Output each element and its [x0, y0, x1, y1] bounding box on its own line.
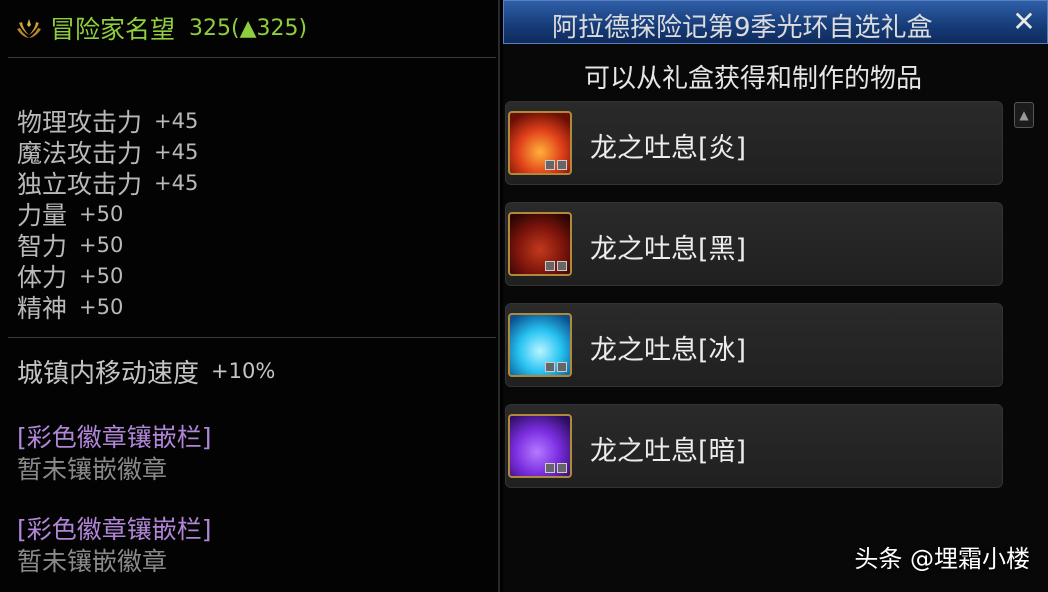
stat-row: 物理攻击力 +45 — [17, 105, 199, 137]
item-tooltip-panel: 冒险家名望 325(▲325) 物理攻击力 +45 魔法攻击力 +45 独立攻击… — [0, 0, 500, 592]
dark-fire-aura-icon — [508, 212, 572, 276]
reputation-row: 冒险家名望 325(▲325) — [14, 8, 307, 48]
stat-value: +45 — [154, 108, 199, 133]
window-title: 阿拉德探险记第9季光环自选礼盒 — [552, 13, 933, 43]
stat-row: 智力 +50 — [17, 229, 198, 261]
stat-row: 魔法攻击力 +45 — [17, 136, 199, 168]
ice-aura-icon — [508, 313, 572, 377]
item-badge — [545, 261, 567, 271]
close-button[interactable]: ✕ — [1009, 7, 1039, 37]
shadow-aura-icon — [508, 414, 572, 478]
item-name: 龙之吐息[炎] — [590, 133, 747, 164]
item-badge — [545, 463, 567, 473]
stat-value: +50 — [79, 263, 124, 288]
move-speed-row: 城镇内移动速度 +10% — [17, 353, 275, 389]
reputation-value: 325(▲325) — [189, 15, 308, 41]
badge-slot-status: 暂未镶嵌徽章 — [17, 455, 168, 484]
giftbox-subtitle: 可以从礼盒获得和制作的物品 — [583, 64, 922, 94]
stat-value: +50 — [79, 232, 124, 257]
stat-list: 物理攻击力 +45 魔法攻击力 +45 独立攻击力 +45 力量 +50 智力 … — [17, 105, 199, 323]
stat-row: 精神 +50 — [17, 291, 198, 323]
fire-aura-icon — [508, 111, 572, 175]
item-badge — [545, 160, 567, 170]
stat-value: +45 — [154, 170, 199, 195]
watermark: 头条 @埋霜小楼 — [854, 545, 1030, 573]
item-row[interactable]: 龙之吐息[冰] — [505, 303, 1003, 387]
title-bar[interactable]: 阿拉德探险记第9季光环自选礼盒 ✕ — [503, 0, 1048, 44]
item-row[interactable]: 龙之吐息[炎] — [505, 101, 1003, 185]
stat-name: 精神 — [17, 293, 68, 323]
stat-value: +50 — [79, 201, 124, 226]
stat-value: +45 — [154, 139, 199, 164]
move-speed-name: 城镇内移动速度 — [17, 358, 200, 389]
item-badge — [545, 362, 567, 372]
item-row[interactable]: 龙之吐息[暗] — [505, 404, 1003, 488]
item-name: 龙之吐息[冰] — [590, 335, 747, 366]
divider — [8, 57, 496, 58]
reputation-label: 冒险家名望 — [50, 15, 176, 44]
item-name: 龙之吐息[黑] — [590, 234, 747, 265]
stat-row: 独立攻击力 +45 — [17, 167, 199, 199]
laurel-icon — [17, 19, 41, 38]
scroll-up-button[interactable]: ▲ — [1014, 102, 1034, 128]
badge-slot-title: [彩色徽章镶嵌栏] — [17, 423, 212, 452]
item-row[interactable]: 龙之吐息[黑] — [505, 202, 1003, 286]
giftbox-window: 阿拉德探险记第9季光环自选礼盒 ✕ 可以从礼盒获得和制作的物品 龙之吐息[炎] … — [503, 0, 1048, 592]
stat-row: 体力 +50 — [17, 260, 198, 292]
stat-row: 力量 +50 — [17, 198, 198, 230]
move-speed-value: +10% — [211, 359, 276, 383]
item-name: 龙之吐息[暗] — [590, 436, 747, 467]
badge-slot-title: [彩色徽章镶嵌栏] — [17, 515, 212, 544]
divider — [8, 337, 496, 338]
badge-slot-status: 暂未镶嵌徽章 — [17, 547, 168, 576]
stat-value: +50 — [79, 294, 124, 319]
